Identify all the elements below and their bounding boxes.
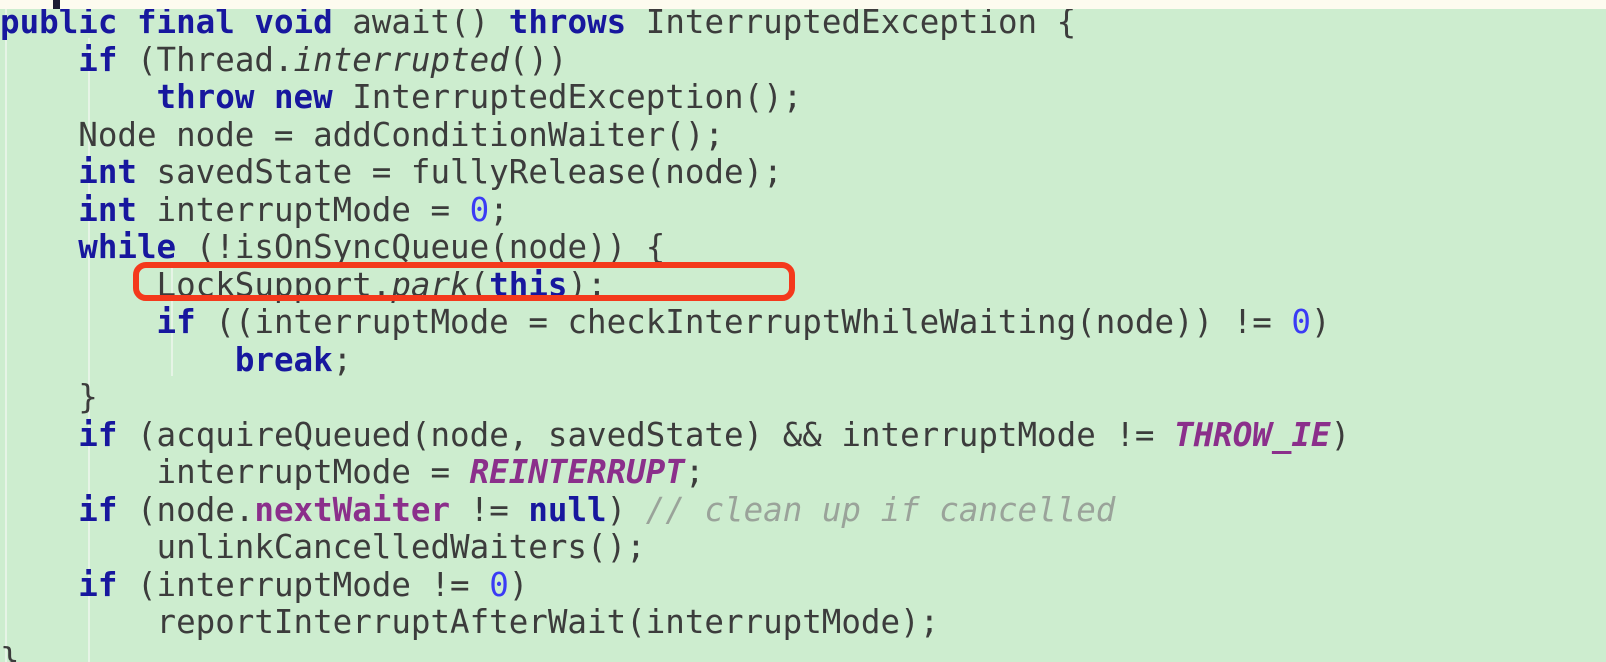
code-token-kw: while [78, 228, 177, 266]
code-token-plain: ) [508, 565, 529, 604]
code-token-plain: ; [489, 190, 509, 229]
code-token-plain: ()) [508, 40, 568, 79]
code-token-ital: interrupted [293, 40, 509, 79]
code-token-kw: null [528, 490, 607, 529]
code-token-plain: ); [567, 265, 607, 304]
code-token-kw: if [78, 565, 118, 604]
code-line[interactable]: interruptMode = REINTERRUPT; [0, 453, 1606, 492]
code-token-kw: break [234, 340, 333, 379]
code-token-plain: savedState = fullyRelease(node); [136, 153, 783, 191]
code-token-plain: } [0, 640, 20, 662]
code-block[interactable]: public final void await() throws Interru… [0, 0, 1606, 662]
code-token-plain: unlinkCancelledWaiters(); [0, 528, 646, 566]
code-token-comment: // clean up if cancelled [645, 490, 1116, 529]
code-token-plain: ((interruptMode = checkInterruptWhileWai… [195, 303, 1292, 341]
code-token-plain: (interruptMode != [117, 565, 490, 604]
code-line[interactable]: int savedState = fullyRelease(node); [0, 153, 1606, 192]
code-token-plain: ( [469, 265, 490, 304]
code-token-plain: (node. [117, 490, 255, 529]
code-token-plain: LockSupport. [0, 265, 392, 304]
code-token-plain: != [450, 490, 529, 529]
code-line[interactable]: unlinkCancelledWaiters(); [0, 528, 1606, 567]
code-token-kw: if [78, 40, 118, 79]
code-token-field: nextWaiter [254, 490, 451, 529]
code-line[interactable]: if ((interruptMode = checkInterruptWhile… [0, 303, 1606, 342]
code-token-plain: interruptMode = [136, 190, 470, 229]
code-token-kw: if [156, 303, 196, 341]
code-token-plain: ) [1311, 303, 1331, 341]
code-token-const: REINTERRUPT [469, 453, 685, 491]
code-line[interactable]: Node node = addConditionWaiter(); [0, 115, 1606, 155]
code-token-num: 0 [489, 565, 509, 604]
previous-line-descender-stub [53, 0, 60, 9]
code-token-kw: throw [156, 78, 255, 116]
code-token-plain: InterruptedException(); [332, 78, 803, 116]
code-line[interactable]: if (node.nextWaiter != null) // clean up… [0, 490, 1606, 530]
code-line[interactable]: LockSupport.park(this); [0, 265, 1606, 305]
code-token-plain: ; [332, 340, 353, 379]
code-token-num: 0 [469, 190, 490, 229]
code-line[interactable]: int interruptMode = 0; [0, 190, 1606, 230]
code-token-num: 0 [1291, 303, 1311, 341]
code-token-kw: this [489, 265, 568, 304]
code-line[interactable]: break; [0, 340, 1606, 380]
code-line[interactable]: if (interruptMode != 0) [0, 565, 1606, 605]
code-line[interactable]: } [0, 378, 1606, 417]
code-line[interactable]: while (!isOnSyncQueue(node)) { [0, 228, 1606, 267]
code-token-plain: ) [1330, 415, 1351, 454]
code-token-kw: int [78, 190, 137, 229]
code-line[interactable]: if (acquireQueued(node, savedState) && i… [0, 415, 1606, 455]
code-token-plain: } [0, 378, 98, 416]
code-line[interactable]: reportInterruptAfterWait(interruptMode); [0, 603, 1606, 642]
code-line[interactable]: throw new InterruptedException(); [0, 78, 1606, 117]
code-token-kw: int [78, 153, 137, 191]
code-line[interactable]: } [0, 640, 1606, 662]
code-token-plain: (Thread. [117, 40, 294, 79]
code-token-plain: reportInterruptAfterWait(interruptMode); [0, 603, 940, 641]
code-token-plain: (!isOnSyncQueue(node)) { [176, 228, 666, 266]
code-line[interactable]: public final void await() throws Interru… [0, 3, 1606, 42]
code-token-ital: park [391, 265, 470, 304]
code-line[interactable]: if (Thread.interrupted()) [0, 40, 1606, 80]
code-token-plain: interruptMode = [0, 453, 470, 491]
code-token-plain: ; [684, 453, 705, 491]
code-token-const: THROW_IE [1174, 415, 1331, 454]
code-screenshot: public final void await() throws Interru… [0, 0, 1606, 662]
code-token-plain: (acquireQueued(node, savedState) && inte… [117, 415, 1175, 454]
code-token-kw: new [273, 78, 333, 116]
code-token-kw: if [78, 490, 118, 529]
top-edge-strip [0, 0, 1606, 9]
code-token-plain: Node node = addConditionWaiter(); [0, 115, 724, 154]
code-token-kw: if [78, 415, 118, 454]
code-token-plain: ) [606, 490, 646, 529]
